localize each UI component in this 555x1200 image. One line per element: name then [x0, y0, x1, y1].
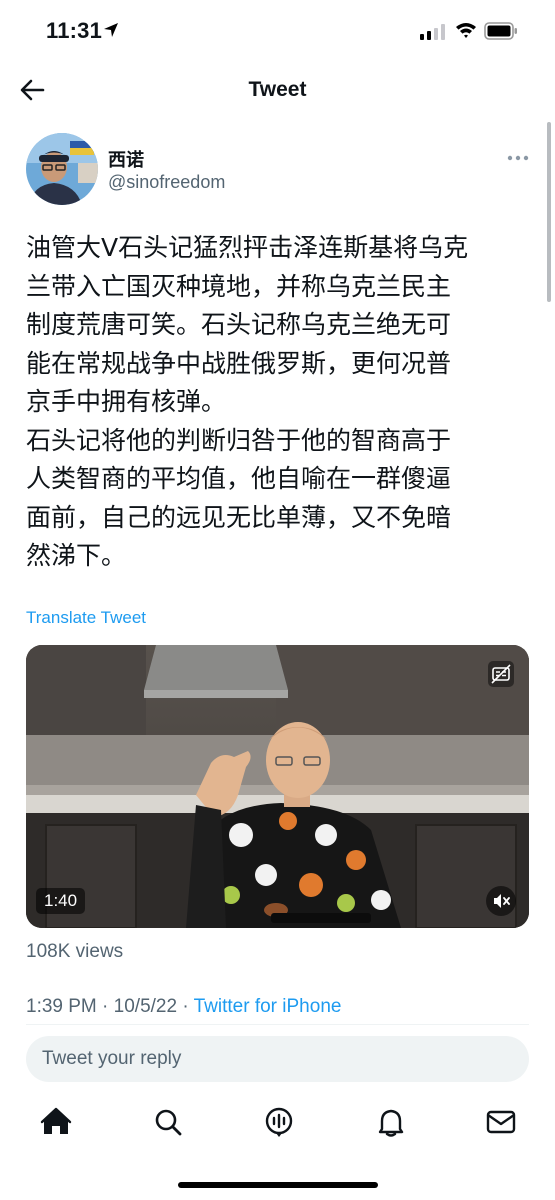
tweet-source-link[interactable]: Twitter for iPhone — [194, 996, 342, 1017]
top-navigation-bar: Tweet — [0, 62, 555, 118]
spaces-icon[interactable] — [263, 1106, 295, 1138]
status-time: 11:31 — [46, 18, 103, 43]
author-name[interactable]: 西诺 — [108, 146, 144, 172]
messages-icon[interactable] — [485, 1106, 517, 1138]
captions-icon[interactable] — [488, 661, 514, 687]
battery-icon — [484, 22, 517, 40]
search-icon[interactable] — [152, 1106, 184, 1138]
page-title: Tweet — [248, 78, 307, 101]
status-bar: 11:31 — [0, 0, 555, 62]
video-player[interactable] — [26, 645, 529, 928]
reply-input[interactable]: Tweet your reply — [26, 1036, 529, 1082]
author-handle[interactable]: @sinofreedom — [108, 172, 225, 193]
video-duration: 1:40 — [36, 888, 86, 914]
tweet-metadata: 1:39 PM · 10/5/22 · Twitter for iPhone — [26, 996, 342, 1017]
location-arrow-icon — [104, 23, 118, 37]
more-options-icon[interactable] — [506, 154, 530, 162]
notifications-icon[interactable] — [375, 1106, 407, 1138]
avatar[interactable] — [26, 133, 98, 205]
cellular-signal-icon — [420, 24, 445, 40]
home-icon[interactable] — [40, 1106, 72, 1138]
divider — [26, 1024, 529, 1025]
view-count: 108K views — [26, 941, 124, 962]
wifi-icon — [456, 23, 476, 38]
tweet-text: 油管大V石头记猛烈抨击泽连斯基将乌克 兰带入亡国灭种境地，并称乌克兰民主 制度荒… — [26, 233, 469, 570]
scrollbar[interactable] — [547, 122, 551, 302]
video-thumbnail — [26, 645, 529, 928]
reply-placeholder: Tweet your reply — [42, 1048, 182, 1069]
home-indicator[interactable] — [178, 1182, 378, 1188]
translate-tweet-link[interactable]: Translate Tweet — [26, 608, 146, 628]
tweet-time: 1:39 PM — [26, 996, 97, 1017]
bottom-tab-bar — [0, 1098, 555, 1152]
tweet-date: 10/5/22 — [113, 996, 178, 1017]
mute-toggle-icon[interactable] — [486, 886, 516, 916]
